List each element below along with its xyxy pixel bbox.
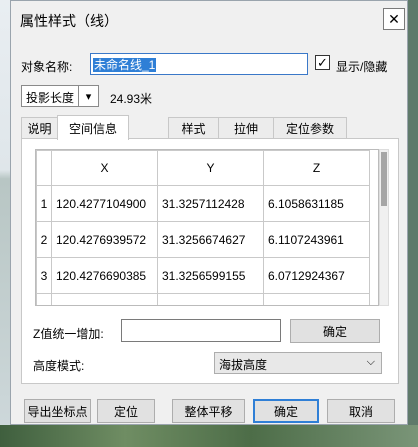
table-row[interactable]: 3 120.4276690385 31.3256599155 6.0712924… bbox=[36, 257, 370, 294]
table-row[interactable]: 2 120.4276939572 31.3256674627 6.1107243… bbox=[36, 221, 370, 258]
check-icon: ✓ bbox=[317, 55, 328, 70]
title-bar: 属性样式（线） ✕ bbox=[11, 1, 407, 37]
height-mode-value: 海拔高度 bbox=[219, 358, 268, 372]
cell-y[interactable]: 31.3257112428 bbox=[157, 185, 264, 222]
tab-description[interactable]: 说明 bbox=[21, 117, 58, 139]
length-mode-value: 投影长度 bbox=[26, 91, 75, 105]
object-name-input[interactable]: 未命名线_1 bbox=[90, 53, 308, 75]
background-map-bottom bbox=[0, 425, 418, 447]
height-mode-label: 高度模式: bbox=[33, 359, 85, 373]
row-number-header bbox=[36, 150, 52, 186]
cell-x[interactable]: 120.4276939572 bbox=[51, 221, 158, 258]
cell-z[interactable]: 6.1058631185 bbox=[263, 185, 370, 222]
coordinate-table[interactable]: X Y Z 1 120.4277104900 31.3257112428 6.1… bbox=[35, 149, 379, 306]
row-index: 3 bbox=[36, 257, 52, 294]
chevron-down-icon: ⌵ bbox=[366, 356, 375, 368]
close-button[interactable]: ✕ bbox=[383, 8, 405, 30]
row-index: 4 bbox=[36, 293, 52, 305]
cell-z[interactable]: 6.1107243961 bbox=[263, 221, 370, 258]
column-header-z: Z bbox=[263, 150, 370, 186]
object-name-label: 对象名称: bbox=[21, 60, 73, 74]
scrollbar-thumb[interactable] bbox=[381, 152, 387, 206]
background-map-left bbox=[0, 0, 10, 447]
cell-x[interactable]: 120.4276873293 bbox=[51, 293, 158, 305]
properties-dialog: 属性样式（线） ✕ 对象名称: 未命名线_1 ✓ 显示/隐藏 投影长度 ▾ 24… bbox=[10, 0, 408, 425]
object-name-value: 未命名线_1 bbox=[93, 58, 157, 72]
cell-z[interactable]: 6.0007833352 bbox=[263, 293, 370, 305]
length-value: 24.93米 bbox=[110, 92, 153, 106]
translate-all-button[interactable]: 整体平移 bbox=[172, 399, 245, 423]
row-index: 2 bbox=[36, 221, 52, 258]
cell-y[interactable]: 31.3256599155 bbox=[157, 257, 264, 294]
cancel-button[interactable]: 取消 bbox=[327, 399, 395, 423]
column-header-y: Y bbox=[157, 150, 264, 186]
cell-z[interactable]: 6.0712924367 bbox=[263, 257, 370, 294]
chevron-down-icon: ▾ bbox=[78, 86, 98, 106]
tab-extrude[interactable]: 拉伸 bbox=[218, 117, 274, 139]
locate-button[interactable]: 定位 bbox=[97, 399, 155, 423]
show-hide-label: 显示/隐藏 bbox=[336, 60, 388, 74]
show-hide-checkbox[interactable]: ✓ bbox=[315, 55, 330, 70]
z-add-input[interactable] bbox=[121, 319, 281, 342]
table-row[interactable]: 4 120.4276873293 31.3256313445 6.0007833… bbox=[36, 293, 370, 305]
tab-bar: 说明 空间信息 样式 拉伸 定位参数 bbox=[21, 115, 399, 140]
tab-style[interactable]: 样式 bbox=[168, 117, 219, 139]
z-add-label: Z值统一增加: bbox=[33, 327, 104, 341]
cell-y[interactable]: 31.3256674627 bbox=[157, 221, 264, 258]
table-scrollbar[interactable] bbox=[379, 149, 389, 306]
cell-x[interactable]: 120.4276690385 bbox=[51, 257, 158, 294]
spatial-info-panel: X Y Z 1 120.4277104900 31.3257112428 6.1… bbox=[21, 138, 399, 384]
ok-button[interactable]: 确定 bbox=[253, 399, 319, 423]
height-mode-select[interactable]: 海拔高度 ⌵ bbox=[214, 352, 382, 374]
close-icon: ✕ bbox=[388, 10, 400, 27]
table-row[interactable]: 1 120.4277104900 31.3257112428 6.1058631… bbox=[36, 185, 370, 222]
row-index: 1 bbox=[36, 185, 52, 222]
window-title: 属性样式（线） bbox=[20, 13, 118, 29]
cell-y[interactable]: 31.3256313445 bbox=[157, 293, 264, 305]
cell-x[interactable]: 120.4277104900 bbox=[51, 185, 158, 222]
z-add-confirm-button[interactable]: 确定 bbox=[290, 319, 380, 343]
length-mode-select[interactable]: 投影长度 ▾ bbox=[21, 85, 99, 107]
export-points-button[interactable]: 导出坐标点 bbox=[24, 399, 91, 423]
table-header-row: X Y Z bbox=[36, 150, 370, 186]
tab-position-params[interactable]: 定位参数 bbox=[273, 117, 347, 139]
tab-spatial-info[interactable]: 空间信息 bbox=[57, 115, 129, 140]
column-header-x: X bbox=[51, 150, 158, 186]
